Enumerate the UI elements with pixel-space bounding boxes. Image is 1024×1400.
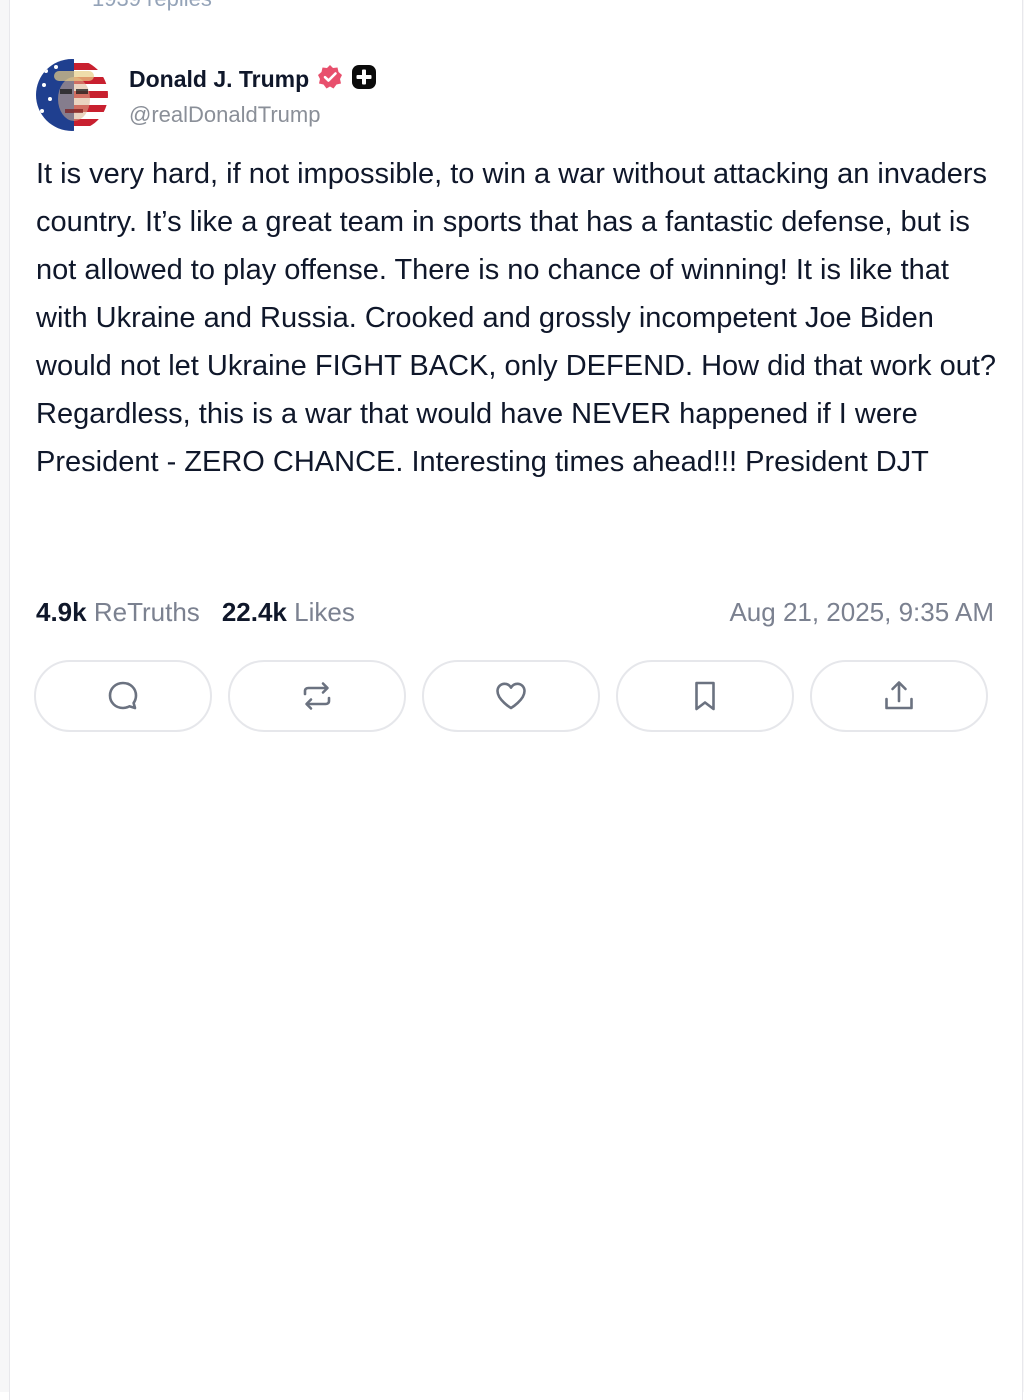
previous-replies-count[interactable]: 1939 replies — [92, 0, 212, 12]
bookmark-button[interactable] — [616, 660, 794, 732]
verified-badge-icon — [317, 64, 343, 95]
retruths-stat[interactable]: 4.9k ReTruths — [36, 597, 200, 628]
post-stats: 4.9k ReTruths 22.4k Likes — [36, 597, 355, 628]
retruth-icon — [303, 682, 331, 710]
like-icon — [496, 682, 526, 710]
page-background: 1939 replies Donald J. Trump — [0, 0, 1024, 1400]
author-display-name[interactable]: Donald J. Trump — [129, 66, 309, 93]
avatar[interactable] — [36, 59, 108, 131]
action-bar — [34, 660, 988, 732]
avatar-image — [36, 59, 108, 131]
like-button[interactable] — [422, 660, 600, 732]
plus-badge-icon — [351, 64, 377, 95]
author-handle[interactable]: @realDonaldTrump — [129, 102, 320, 128]
share-icon — [885, 681, 913, 710]
reply-button[interactable] — [34, 660, 212, 732]
post-timestamp: Aug 21, 2025, 9:35 AM — [729, 597, 994, 627]
retruth-button[interactable] — [228, 660, 406, 732]
retruths-count: 4.9k — [36, 597, 87, 627]
likes-label: Likes — [294, 597, 355, 627]
post-text: It is very hard, if not impossible, to w… — [36, 158, 997, 478]
likes-stat[interactable]: 22.4k Likes — [222, 597, 355, 628]
reply-icon — [108, 681, 138, 710]
bookmark-icon — [695, 681, 715, 711]
likes-count: 22.4k — [221, 597, 287, 627]
share-button[interactable] — [810, 660, 988, 732]
author-name-row: Donald J. Trump — [129, 64, 377, 94]
retruths-label: ReTruths — [93, 597, 200, 627]
